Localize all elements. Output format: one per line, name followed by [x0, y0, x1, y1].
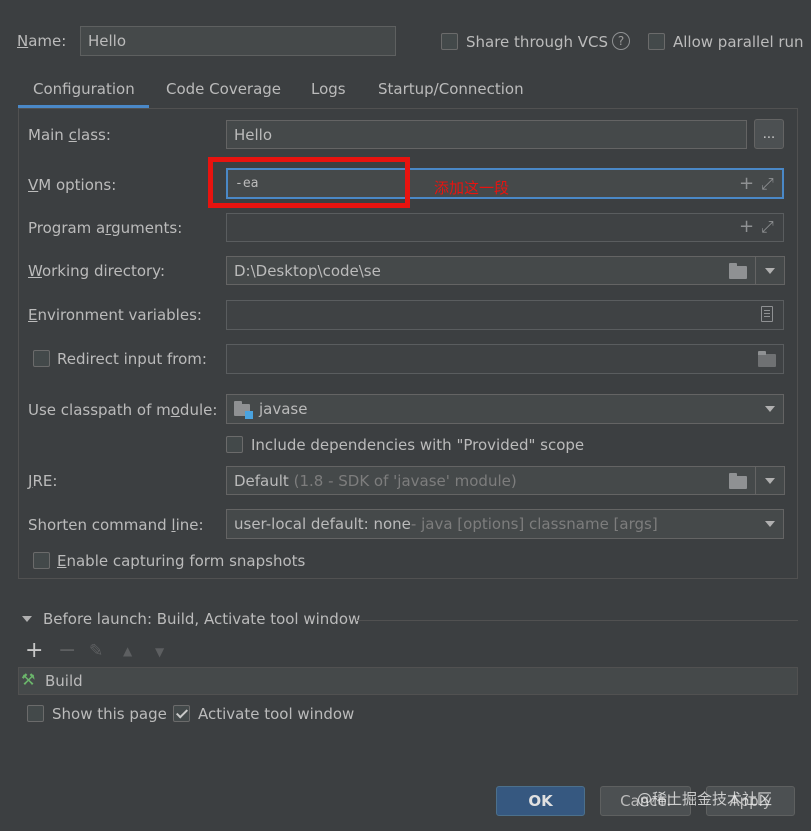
document-icon[interactable] [761, 306, 773, 322]
browse-main-class-button[interactable]: ... [754, 119, 784, 149]
main-class-input[interactable]: Hello [226, 120, 747, 149]
expand-plus-icon[interactable]: + [739, 175, 754, 193]
jre-label: JRE: [28, 472, 58, 490]
classpath-module-label: Use classpath of module: [28, 401, 218, 419]
shorten-command-select[interactable]: user-local default: none - java [options… [226, 509, 784, 539]
redirect-input-field[interactable] [226, 344, 784, 374]
move-up-icon[interactable]: ▲ [123, 644, 132, 658]
working-dir-folder-icon[interactable] [729, 263, 747, 279]
show-page-label: Show this page [52, 705, 167, 723]
program-arguments-label: Program arguments: [28, 219, 183, 237]
name-label: Name: [17, 32, 67, 50]
tab-code-coverage[interactable]: Code Coverage [166, 72, 281, 106]
annotation-text: 添加这一段 [434, 179, 510, 197]
jre-chevron-down-icon [765, 477, 775, 484]
program-args-plus-icon[interactable]: + [739, 218, 754, 236]
list-item[interactable]: ⚒ Build [19, 668, 797, 694]
activate-tool-window-label: Activate tool window [198, 705, 355, 723]
environment-variables-label: Environment variables: [28, 306, 202, 324]
redirect-input-label: Redirect input from: [57, 350, 207, 368]
working-directory-label: Working directory: [28, 262, 166, 280]
redirect-folder-icon[interactable] [758, 351, 776, 367]
include-dependencies-label: Include dependencies with "Provided" sco… [251, 436, 585, 454]
chevron-down-icon [765, 267, 775, 274]
enable-capturing-label: Enable capturing form snapshots [57, 552, 306, 570]
classpath-chevron-down-icon[interactable] [765, 406, 775, 412]
allow-parallel-checkbox[interactable] [648, 33, 665, 50]
list-item-label: Build [45, 672, 83, 690]
vm-options-label: VM options: [28, 176, 117, 194]
watermark: @稀土掘金技术社区 [637, 790, 773, 808]
module-folder-icon [234, 401, 253, 419]
activate-tool-window-checkbox[interactable] [173, 705, 190, 722]
module-badge [245, 411, 253, 419]
expand-field-icon[interactable]: ⤢ [761, 176, 774, 192]
hammer-icon: ⚒ [21, 670, 36, 689]
share-vcs-label: Share through VCS [466, 33, 609, 51]
program-arguments-input[interactable] [226, 213, 784, 242]
tab-logs[interactable]: Logs [311, 72, 346, 106]
shorten-chevron-down-icon[interactable] [765, 521, 775, 527]
move-down-icon[interactable]: ▼ [155, 645, 164, 659]
working-directory-input[interactable]: D:\Desktop\code\se [226, 256, 756, 285]
jre-input[interactable]: Default (1.8 - SDK of 'javase' module) [226, 466, 756, 495]
classpath-module-select[interactable]: javase [226, 394, 784, 424]
main-class-label: Main class: [28, 126, 111, 144]
program-args-expand-icon[interactable]: ⤢ [761, 219, 774, 235]
include-dependencies-checkbox[interactable] [226, 436, 243, 453]
tab-startup-connection[interactable]: Startup/Connection [378, 72, 524, 106]
redirect-input-checkbox[interactable] [33, 350, 50, 367]
help-icon[interactable]: ? [612, 32, 630, 50]
show-page-checkbox[interactable] [27, 705, 44, 722]
add-task-icon[interactable]: + [25, 640, 43, 662]
edit-task-icon[interactable]: ✎ [89, 642, 103, 660]
environment-variables-input[interactable] [226, 300, 784, 330]
name-input[interactable]: Hello [80, 26, 396, 56]
remove-task-icon[interactable]: − [58, 640, 76, 662]
collapse-chevron-icon[interactable] [22, 616, 32, 622]
tab-configuration[interactable]: Configuration [33, 72, 135, 106]
share-vcs-checkbox[interactable] [441, 33, 458, 50]
shorten-command-label: Shorten command line: [28, 516, 204, 534]
jre-folder-icon[interactable] [729, 473, 747, 489]
working-dir-dropdown[interactable] [755, 256, 785, 285]
ok-button[interactable]: OK [496, 786, 585, 816]
enable-capturing-checkbox[interactable] [33, 552, 50, 569]
before-launch-title: Before launch: Build, Activate tool wind… [43, 610, 361, 628]
before-launch-divider [357, 620, 798, 621]
allow-parallel-label: Allow parallel run [673, 33, 804, 51]
highlight-box [208, 157, 410, 208]
jre-dropdown[interactable] [755, 466, 785, 495]
